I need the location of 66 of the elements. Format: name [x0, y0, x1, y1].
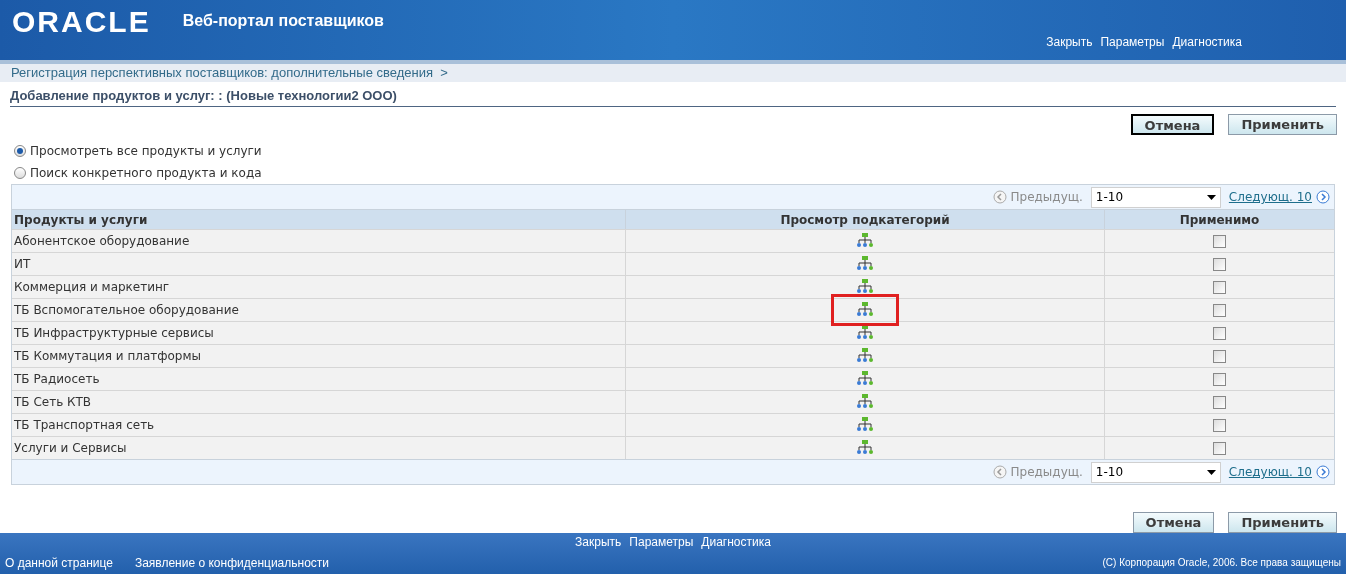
- hierarchy-icon[interactable]: [856, 302, 874, 319]
- table-cell: Коммерция и маркетинг: [12, 275, 625, 299]
- checkbox[interactable]: [1213, 234, 1226, 248]
- table-cell: ТБ Коммутация и платформы: [12, 344, 625, 368]
- next-icon[interactable]: [1316, 190, 1330, 205]
- table-cell: ТБ Радиосеть: [12, 367, 625, 391]
- table-cell: Абонентское оборудование: [12, 229, 625, 253]
- page-title: Добавление продуктов и услуг: : (Новые технологии2 ООО): [10, 87, 397, 103]
- checkbox[interactable]: [1213, 303, 1226, 317]
- hierarchy-icon[interactable]: [856, 440, 874, 457]
- hierarchy-icon[interactable]: [856, 371, 874, 388]
- column-header: Продукты и услуги: [12, 209, 625, 230]
- hierarchy-icon[interactable]: [856, 279, 874, 296]
- dropdown-caret-icon: [1206, 194, 1216, 200]
- header-link[interactable]: Диагностика: [1172, 32, 1242, 51]
- table-cell: Услуги и Сервисы: [12, 436, 625, 460]
- breadcrumb-link[interactable]: Регистрация перспективных поставщиков: дополнительные сведения >: [11, 62, 448, 83]
- dropdown-caret-icon: [1206, 469, 1216, 475]
- radio-label: Просмотреть все продукты и услуги: [30, 143, 262, 161]
- table-cell: ИТ: [12, 252, 625, 276]
- footer-link[interactable]: Диагностика: [701, 533, 771, 552]
- next-link[interactable]: Следующ. 10: [1228, 188, 1312, 207]
- table-cell: ТБ Вспомогательное оборудование: [12, 298, 625, 322]
- portal-title: Веб-портал поставщиков: [182, 11, 384, 31]
- hierarchy-icon[interactable]: [856, 417, 874, 434]
- footer-link[interactable]: О данной странице: [5, 553, 113, 572]
- table-cell: ТБ Транспортная сеть: [12, 413, 625, 437]
- column-header: Просмотр подкатегорий: [625, 209, 1104, 230]
- hierarchy-icon[interactable]: [856, 394, 874, 411]
- checkbox[interactable]: [1213, 326, 1226, 340]
- radio-button[interactable]: [14, 167, 26, 180]
- column-header: Применимо: [1104, 209, 1334, 230]
- checkbox[interactable]: [1213, 441, 1226, 455]
- checkbox[interactable]: [1213, 257, 1226, 271]
- previous-icon: [992, 190, 1007, 205]
- next-icon[interactable]: [1316, 465, 1330, 480]
- hierarchy-icon[interactable]: [856, 325, 874, 342]
- copyright-text: (C) Корпорация Oracle, 2006. Все права защищены: [1102, 556, 1341, 571]
- next-link[interactable]: Следующ. 10: [1228, 463, 1312, 482]
- range-select[interactable]: 1-10: [1090, 186, 1221, 208]
- radio-button[interactable]: [14, 145, 26, 158]
- footer-link[interactable]: Заявление о конфиденциальности: [134, 553, 329, 572]
- hierarchy-icon[interactable]: [856, 256, 874, 273]
- table-cell: ТБ Инфраструктурные сервисы: [12, 321, 625, 345]
- checkbox[interactable]: [1213, 418, 1226, 432]
- footer-link[interactable]: Закрыть: [575, 533, 622, 552]
- checkbox[interactable]: [1213, 372, 1226, 386]
- header-link[interactable]: Закрыть: [1046, 32, 1093, 51]
- previous-label: Предыдущ.: [1010, 464, 1083, 482]
- table-cell: ТБ Сеть КТВ: [12, 390, 625, 414]
- radio-label: Поиск конкретного продукта и кода: [30, 165, 262, 183]
- hierarchy-icon[interactable]: [856, 233, 874, 250]
- checkbox[interactable]: [1213, 395, 1226, 409]
- previous-label: Предыдущ.: [1010, 189, 1083, 207]
- hierarchy-icon[interactable]: [856, 348, 874, 365]
- action-button[interactable]: Отмена: [1130, 114, 1215, 136]
- action-button[interactable]: Отмена: [1132, 512, 1215, 534]
- header-link[interactable]: Параметры: [1100, 32, 1165, 51]
- checkbox[interactable]: [1213, 280, 1226, 294]
- previous-icon: [992, 465, 1007, 480]
- range-select[interactable]: 1-10: [1090, 461, 1221, 483]
- oracle-logo: ORACLE: [12, 3, 151, 40]
- footer-link[interactable]: Параметры: [629, 533, 694, 552]
- action-button[interactable]: Применить: [1228, 512, 1337, 534]
- action-button[interactable]: Применить: [1228, 114, 1337, 136]
- checkbox[interactable]: [1213, 349, 1226, 363]
